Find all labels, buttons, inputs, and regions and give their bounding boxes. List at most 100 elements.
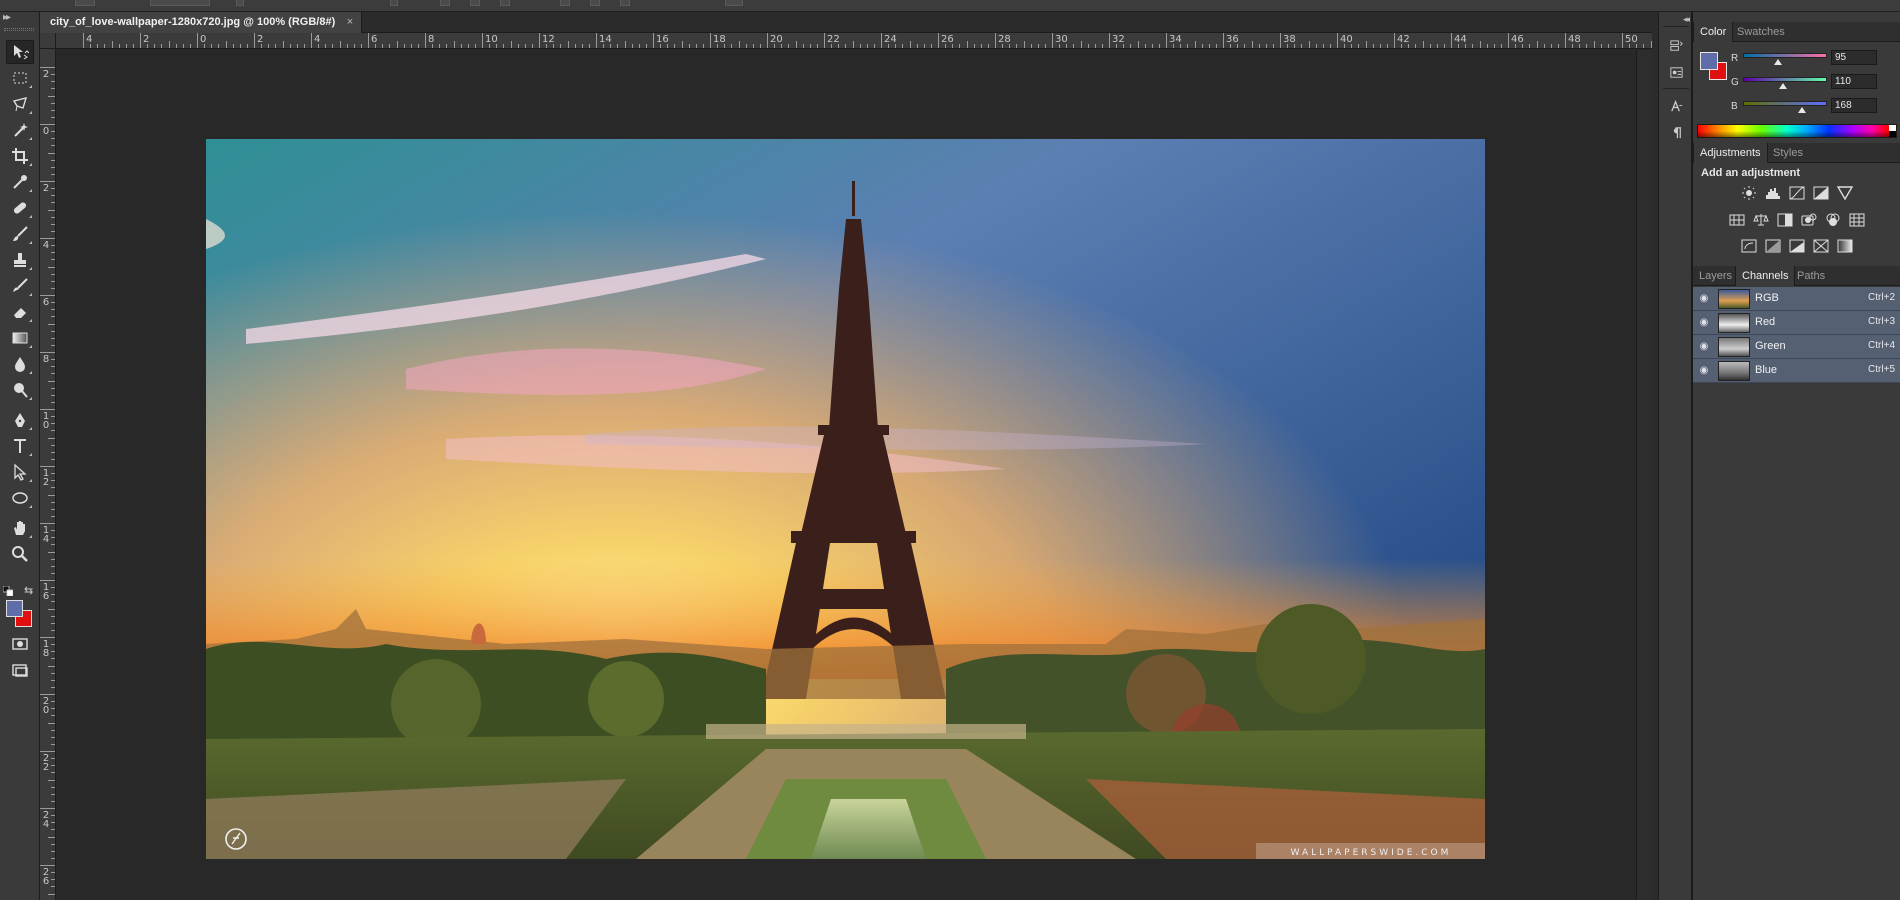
ruler-minor-tick — [48, 152, 55, 154]
options-control[interactable] — [390, 0, 398, 6]
ruler-origin[interactable] — [40, 33, 56, 49]
foreground-color-swatch[interactable] — [6, 600, 23, 617]
channel-mixer-icon[interactable] — [1824, 212, 1842, 228]
options-control[interactable] — [725, 0, 743, 6]
shape-tool[interactable] — [6, 486, 34, 510]
photo-filter-icon[interactable] — [1800, 212, 1818, 228]
options-control[interactable] — [470, 0, 480, 6]
visibility-eye-icon[interactable]: ◉ — [1697, 364, 1711, 378]
options-control[interactable] — [590, 0, 600, 6]
blue-slider-thumb[interactable] — [1798, 107, 1806, 113]
threshold-icon[interactable] — [1788, 238, 1806, 254]
default-colors-icon[interactable] — [3, 586, 13, 596]
red-value-field[interactable]: 95 — [1831, 50, 1877, 65]
paragraph-icon[interactable] — [1665, 122, 1687, 142]
channel-row-red[interactable]: ◉ Red Ctrl+3 — [1693, 311, 1900, 335]
close-icon[interactable]: × — [347, 12, 353, 33]
options-control[interactable] — [150, 0, 210, 6]
eraser-tool[interactable] — [6, 300, 34, 324]
green-value-field[interactable]: 110 — [1831, 74, 1877, 89]
tab-channels[interactable]: Channels — [1735, 266, 1796, 286]
options-control[interactable] — [75, 0, 95, 6]
color-balance-icon[interactable] — [1752, 212, 1770, 228]
ruler-minor-tick — [1479, 41, 1481, 48]
tab-color[interactable]: Color — [1693, 22, 1734, 42]
toolbar-grip[interactable] — [4, 28, 34, 31]
brush-tool[interactable] — [6, 222, 34, 246]
type-tool[interactable] — [6, 434, 34, 458]
blue-slider[interactable] — [1743, 101, 1827, 106]
lasso-tool[interactable] — [6, 92, 34, 116]
ruler-minor-tick — [610, 44, 612, 48]
red-slider-thumb[interactable] — [1774, 59, 1782, 65]
swap-colors-icon[interactable]: ⇆ — [24, 584, 33, 597]
blur-tool[interactable] — [6, 352, 34, 376]
crop-tool[interactable] — [6, 144, 34, 168]
color-panel-foreground-swatch[interactable] — [1700, 52, 1718, 70]
healing-brush-tool[interactable] — [6, 196, 34, 220]
history-brush-tool[interactable] — [6, 274, 34, 298]
options-control[interactable] — [560, 0, 570, 6]
black-white-icon[interactable] — [1776, 212, 1794, 228]
channel-row-green[interactable]: ◉ Green Ctrl+4 — [1693, 335, 1900, 359]
red-slider[interactable] — [1743, 53, 1827, 58]
marquee-tool[interactable] — [6, 66, 34, 90]
expand-dock-icon[interactable]: ◂◂ — [1683, 14, 1690, 25]
eyedropper-tool[interactable] — [6, 170, 34, 194]
options-control[interactable] — [440, 0, 450, 6]
horizontal-ruler[interactable]: 4 2 0 2 4 6 8 10 12 14 16 18 20 22 24 26 28 30 32 34 36 38 40 4… — [56, 33, 1652, 49]
options-control[interactable] — [620, 0, 630, 6]
vertical-ruler[interactable]: 202468101214161820222426 — [40, 49, 56, 900]
screen-mode-button[interactable] — [6, 658, 34, 682]
curves-icon[interactable] — [1788, 185, 1806, 201]
blue-value-field[interactable]: 168 — [1831, 98, 1877, 113]
green-slider-thumb[interactable] — [1779, 83, 1787, 89]
magic-wand-tool[interactable] — [6, 118, 34, 142]
options-control[interactable] — [236, 0, 244, 6]
hue-saturation-icon[interactable] — [1728, 212, 1746, 228]
ruler-minor-tick — [389, 44, 391, 48]
ruler-minor-tick — [460, 44, 462, 48]
dodge-tool[interactable] — [6, 378, 34, 402]
character-icon[interactable] — [1665, 96, 1687, 116]
pen-tool[interactable] — [6, 408, 34, 432]
quick-mask-button[interactable] — [6, 632, 34, 656]
clone-stamp-tool[interactable] — [6, 248, 34, 272]
properties-icon[interactable] — [1665, 62, 1687, 82]
history-icon[interactable] — [1665, 36, 1687, 56]
channel-row-blue[interactable]: ◉ Blue Ctrl+5 — [1693, 359, 1900, 383]
document-image[interactable]: WALLPAPERSWIDE.COM — [206, 139, 1485, 859]
tab-styles[interactable]: Styles — [1767, 143, 1809, 163]
tab-layers[interactable]: Layers — [1693, 266, 1738, 286]
invert-icon[interactable] — [1740, 238, 1758, 254]
vertical-scrollbar[interactable] — [1636, 50, 1652, 900]
visibility-eye-icon[interactable]: ◉ — [1697, 340, 1711, 354]
brightness-contrast-icon[interactable] — [1740, 185, 1758, 201]
color-spectrum-ramp[interactable] — [1697, 124, 1897, 138]
path-selection-tool[interactable] — [6, 460, 34, 484]
levels-icon[interactable] — [1764, 185, 1782, 201]
canvas-area[interactable]: WALLPAPERSWIDE.COM — [57, 50, 1636, 900]
tab-paths[interactable]: Paths — [1791, 266, 1831, 286]
gradient-map-icon[interactable] — [1836, 238, 1854, 254]
ruler-minor-tick — [1023, 41, 1025, 48]
ruler-minor-tick — [1237, 44, 1239, 48]
channel-row-rgb[interactable]: ◉ RGB Ctrl+2 — [1693, 287, 1900, 311]
vibrance-icon[interactable] — [1836, 185, 1854, 201]
posterize-icon[interactable] — [1764, 238, 1782, 254]
document-tab[interactable]: city_of_love-wallpaper-1280x720.jpg @ 10… — [40, 12, 363, 33]
options-control[interactable] — [500, 0, 510, 6]
color-lookup-icon[interactable] — [1848, 212, 1866, 228]
visibility-eye-icon[interactable]: ◉ — [1697, 316, 1711, 330]
exposure-icon[interactable] — [1812, 185, 1830, 201]
selective-color-icon[interactable] — [1812, 238, 1830, 254]
visibility-eye-icon[interactable]: ◉ — [1697, 292, 1711, 306]
zoom-tool[interactable] — [6, 542, 34, 566]
hand-tool[interactable] — [6, 516, 34, 540]
green-slider[interactable] — [1743, 77, 1827, 82]
tab-swatches[interactable]: Swatches — [1731, 22, 1791, 42]
collapse-toolbar-icon[interactable]: ▸▸ — [3, 12, 11, 23]
gradient-tool[interactable] — [6, 326, 34, 350]
tab-adjustments[interactable]: Adjustments — [1693, 143, 1768, 163]
move-tool[interactable] — [6, 40, 34, 64]
